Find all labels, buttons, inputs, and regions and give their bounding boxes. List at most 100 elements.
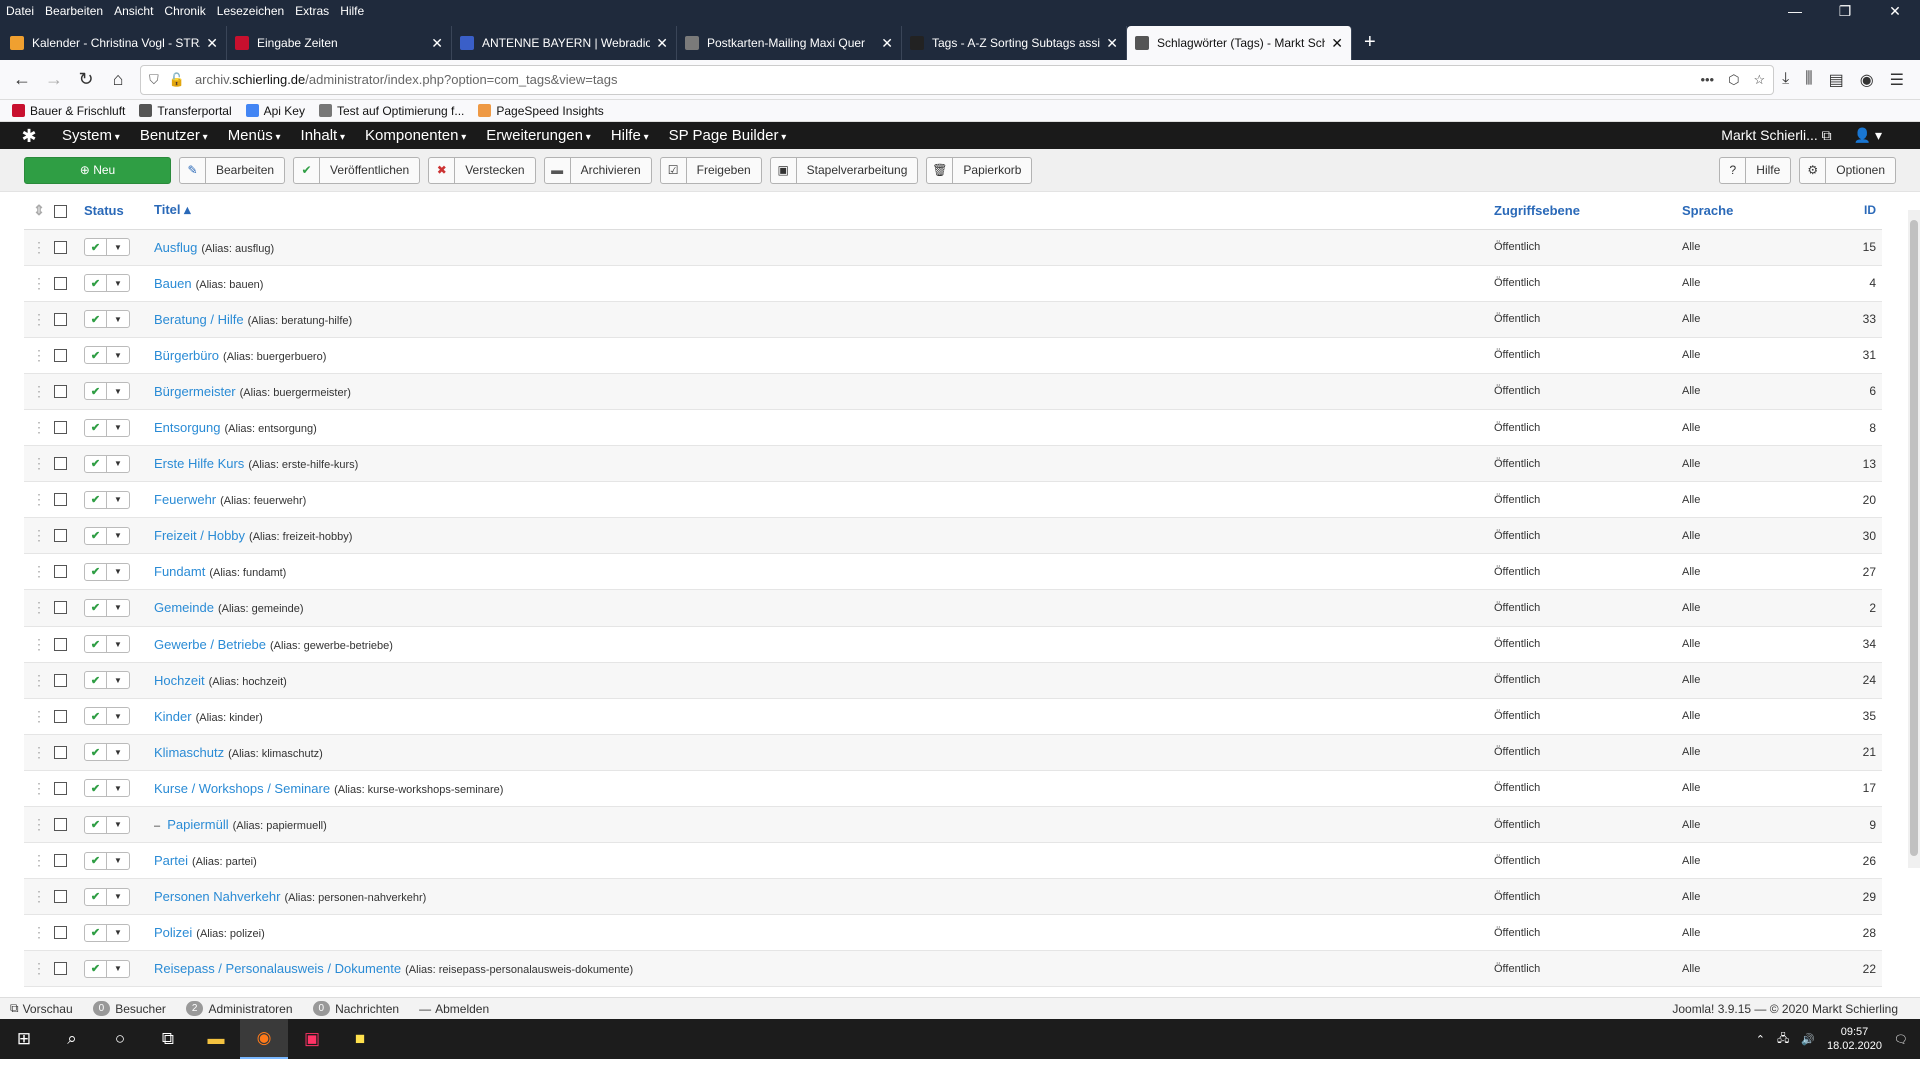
drag-handle-icon[interactable]: ⋮ — [24, 481, 54, 519]
tab-close-icon[interactable]: ✕ — [206, 35, 218, 52]
row-checkbox[interactable] — [54, 421, 67, 435]
status-toggle[interactable]: ✔ ▼ — [84, 598, 130, 617]
row-checkbox[interactable] — [54, 709, 67, 723]
os-menu-chronik[interactable]: Chronik — [164, 4, 205, 18]
status-toggle[interactable]: ✔ ▼ — [84, 815, 130, 834]
library-icon[interactable]: ⫼ — [1805, 70, 1812, 90]
status-toggle[interactable]: ✔ ▼ — [84, 526, 130, 545]
actions-dropdown-icon[interactable]: ▼ — [107, 564, 129, 580]
papierkorb-button[interactable]: 🗑 Papierkorb — [926, 156, 1033, 184]
actions-dropdown-icon[interactable]: ▼ — [107, 636, 129, 652]
drag-handle-icon[interactable]: ⋮ — [24, 301, 54, 338]
os-menu-hilfe[interactable]: Hilfe — [340, 4, 364, 18]
status-toggle[interactable]: ✔ ▼ — [84, 562, 130, 581]
published-check-icon[interactable]: ✔ — [85, 888, 107, 905]
actions-dropdown-icon[interactable]: ▼ — [107, 708, 129, 724]
status-toggle[interactable]: ✔ ▼ — [84, 382, 130, 401]
actions-dropdown-icon[interactable]: ▼ — [107, 420, 129, 436]
drag-handle-icon[interactable]: ⋮ — [24, 553, 54, 591]
admin-menu-item[interactable]: System — [62, 127, 120, 144]
preview-link[interactable]: ⧉ Vorschau — [10, 1001, 73, 1016]
status-toggle[interactable]: ✔ ▼ — [84, 310, 130, 329]
published-check-icon[interactable]: ✔ — [85, 383, 107, 400]
status-toggle[interactable]: ✔ ▼ — [84, 238, 130, 257]
task-view-icon[interactable]: ⧉ — [144, 1019, 192, 1059]
download-icon[interactable]: ⤓ — [1782, 70, 1789, 90]
options-button[interactable]: ⚙ Optionen — [1799, 156, 1896, 184]
tag-title-link[interactable]: Ausflug — [154, 240, 197, 255]
actions-dropdown-icon[interactable]: ▼ — [107, 456, 129, 472]
drag-handle-icon[interactable]: ⋮ — [24, 337, 54, 374]
maximize-button[interactable]: ❐ — [1820, 3, 1870, 20]
windows-start-icon[interactable]: ⊞ — [0, 1019, 48, 1059]
drag-handle-icon[interactable]: ⋮ — [24, 409, 54, 447]
firefox-icon[interactable]: ◉ — [240, 1019, 288, 1059]
published-check-icon[interactable]: ✔ — [85, 780, 107, 797]
bookmark-star-icon[interactable]: ☆ — [1753, 72, 1765, 88]
column-language[interactable]: Sprache — [1682, 192, 1862, 230]
clock[interactable]: 09:57 18.02.2020 — [1827, 1025, 1882, 1053]
new-tab-button[interactable]: + — [1352, 31, 1388, 60]
admin-menu-item[interactable]: Inhalt — [301, 127, 346, 144]
column-id[interactable]: ID — [1862, 192, 1882, 230]
drag-handle-icon[interactable]: ⋮ — [24, 734, 54, 771]
row-checkbox[interactable] — [54, 637, 67, 651]
row-checkbox[interactable] — [54, 312, 67, 326]
column-access[interactable]: Zugriffsebene — [1494, 192, 1682, 230]
actions-dropdown-icon[interactable]: ▼ — [107, 383, 129, 399]
tag-title-link[interactable]: Gemeinde — [154, 600, 214, 615]
admin-menu-item[interactable]: Menüs — [228, 127, 281, 144]
os-menu-extras[interactable]: Extras — [295, 4, 329, 18]
browser-tab[interactable]: Kalender - Christina Vogl - STRA ✕ — [2, 26, 227, 60]
tag-title-link[interactable]: Bürgermeister — [154, 384, 236, 399]
admin-menu-item[interactable]: Erweiterungen — [486, 127, 591, 144]
volume-icon[interactable]: 🔊 — [1801, 1033, 1815, 1046]
admin-menu-item[interactable]: Benutzer — [140, 127, 208, 144]
status-toggle[interactable]: ✔ ▼ — [84, 346, 130, 365]
row-checkbox[interactable] — [54, 529, 67, 543]
actions-dropdown-icon[interactable]: ▼ — [107, 925, 129, 941]
status-toggle[interactable]: ✔ ▼ — [84, 274, 130, 293]
tag-title-link[interactable]: Kinder — [154, 709, 192, 724]
pocket-icon[interactable]: ⬡ — [1728, 72, 1739, 88]
published-check-icon[interactable]: ✔ — [85, 347, 107, 364]
browser-tab[interactable]: Eingabe Zeiten ✕ — [227, 26, 452, 60]
logout-link[interactable]: — Abmelden — [419, 1002, 489, 1016]
archivieren-button[interactable]: ▬ Archivieren — [543, 156, 652, 184]
browser-tab[interactable]: Schlagwörter (Tags) - Markt Schierling ✕ — [1127, 26, 1352, 60]
row-checkbox[interactable] — [54, 926, 67, 940]
browser-tab[interactable]: ANTENNE BAYERN | Webradio ✕ — [452, 26, 677, 60]
tag-title-link[interactable]: Bürgerbüro — [154, 348, 219, 363]
scrollbar[interactable] — [1908, 210, 1920, 868]
drag-handle-icon[interactable]: ⋮ — [24, 517, 54, 555]
status-toggle[interactable]: ✔ ▼ — [84, 454, 130, 473]
tag-title-link[interactable]: Papiermüll — [167, 817, 228, 832]
close-window-button[interactable]: ✕ — [1870, 3, 1920, 20]
tag-title-link[interactable]: Polizei — [154, 925, 192, 940]
freigeben-button[interactable]: ☑ Freigeben — [659, 156, 762, 184]
row-checkbox[interactable] — [54, 781, 67, 795]
drag-handle-icon[interactable]: ⋮ — [24, 878, 54, 916]
published-check-icon[interactable]: ✔ — [85, 636, 107, 653]
drag-handle-icon[interactable]: ⋮ — [24, 806, 54, 844]
sticky-notes-icon[interactable]: ■ — [336, 1019, 384, 1059]
row-checkbox[interactable] — [54, 601, 67, 615]
actions-dropdown-icon[interactable]: ▼ — [107, 889, 129, 905]
admin-menu-item[interactable]: Komponenten — [365, 127, 466, 144]
drag-handle-icon[interactable]: ⋮ — [24, 914, 54, 952]
bookmark-item[interactable]: PageSpeed Insights — [478, 104, 604, 118]
tag-title-link[interactable]: Personen Nahverkehr — [154, 889, 280, 904]
browser-tab[interactable]: Tags - A-Z Sorting Subtags assi ✕ — [902, 26, 1127, 60]
actions-dropdown-icon[interactable]: ▼ — [107, 780, 129, 796]
help-button[interactable]: ? Hilfe — [1719, 156, 1792, 184]
published-check-icon[interactable]: ✔ — [85, 491, 107, 508]
tab-close-icon[interactable]: ✕ — [881, 35, 893, 52]
actions-dropdown-icon[interactable]: ▼ — [107, 239, 129, 255]
new-button[interactable]: ⊕ Neu — [24, 156, 171, 184]
visitors-link[interactable]: 0 Besucher — [92, 1001, 166, 1016]
row-checkbox[interactable] — [54, 818, 67, 832]
file-explorer-icon[interactable]: ▬ — [192, 1019, 240, 1059]
scrollbar-thumb[interactable] — [1910, 220, 1918, 856]
os-menu-lesezeichen[interactable]: Lesezeichen — [217, 4, 284, 18]
actions-dropdown-icon[interactable]: ▼ — [107, 961, 129, 977]
